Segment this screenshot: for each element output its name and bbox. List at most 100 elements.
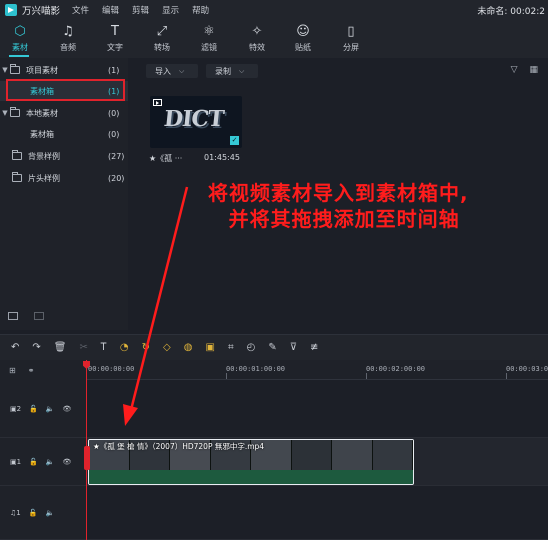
tab-audio-label: 音频 <box>60 43 76 52</box>
time-ruler[interactable]: 00:00:00:00 00:00:01:00:00 00:00:02:00:0… <box>86 360 548 380</box>
tab-filter[interactable]: ⚛ 滤镜 <box>189 22 229 53</box>
annotation-line-2: 并将其拖拽添加至时间轴 <box>228 207 460 231</box>
folder-actions <box>8 312 44 320</box>
active-tab-indicator <box>9 55 29 57</box>
clip-audio-waveform <box>89 470 413 484</box>
crop-frame-icon[interactable]: ▣ <box>205 342 214 353</box>
tree-count: (20) <box>108 173 125 183</box>
tree-count: (27) <box>108 151 125 161</box>
tree-project-media[interactable]: ▼ 项目素材 (1) <box>0 60 128 80</box>
media-tools: ▽ ▦ <box>511 65 538 75</box>
color-icon[interactable]: ◍ <box>184 342 193 353</box>
media-item-name: ★《孤 ··· <box>149 154 183 163</box>
document-title: 未命名: 00:02:2 <box>477 7 545 17</box>
track-audio-1[interactable] <box>86 486 548 540</box>
transition-icon: ⤢ <box>156 24 168 39</box>
lock-icon[interactable]: 🔓 <box>29 458 38 466</box>
tick-label: 00:00:03:00:00 <box>506 365 548 373</box>
undo-icon[interactable]: ↶ <box>11 342 19 353</box>
redo-icon[interactable]: ↷ <box>32 342 40 353</box>
tab-effects[interactable]: ✧ 特效 <box>237 22 277 53</box>
tree-background-samples[interactable]: 背景样例 (27) <box>0 146 128 166</box>
folder-icon <box>12 150 22 160</box>
annotation-line-1: 将视频素材导入到素材箱中, <box>208 181 469 205</box>
tutorial-annotation: 将视频素材导入到素材箱中, 并将其拖拽添加至时间轴 <box>208 180 469 232</box>
track-video-2[interactable] <box>86 380 548 438</box>
media-filter-bar: 导入 ⌵ 录制 ⌵ <box>146 64 258 78</box>
effects-icon: ✧ <box>251 24 263 39</box>
speaker-icon[interactable]: 🔈 <box>45 509 54 517</box>
gauge-icon[interactable]: ◴ <box>247 342 256 353</box>
tick <box>506 373 507 379</box>
media-item-duration: 01:45:45 <box>204 153 240 162</box>
folder-icon <box>12 172 22 182</box>
new-folder-icon[interactable] <box>8 312 18 320</box>
playhead-handle[interactable] <box>84 446 90 470</box>
timeline-clip[interactable]: ★《孤 堡 槍 情》（2007）HD720P 無邪中字.mp4 <box>88 439 414 485</box>
tab-effects-label: 特效 <box>249 43 265 52</box>
import-dropdown[interactable]: 导入 ⌵ <box>146 64 198 78</box>
menu-bar: 文件 编辑 剪辑 显示 帮助 <box>72 4 209 16</box>
tab-audio[interactable]: ♫ 音频 <box>48 22 88 53</box>
filter-funnel-icon[interactable]: ▽ <box>511 65 518 75</box>
title-bar: 万兴喵影 文件 编辑 剪辑 显示 帮助 未命名: 00:02:2 <box>0 0 548 20</box>
tab-media[interactable]: ⬡ 素材 <box>0 22 40 53</box>
menu-edit[interactable]: 编辑 <box>102 4 119 16</box>
music-note-icon: ♫ <box>62 24 74 39</box>
text-icon: T <box>111 24 119 39</box>
record-label: 录制 <box>215 66 231 76</box>
reverse-icon[interactable]: ↻ <box>142 342 150 353</box>
speaker-icon[interactable]: 🔈 <box>46 458 55 466</box>
tick-label: 00:00:00:00 <box>88 365 135 373</box>
delete-folder-icon[interactable] <box>34 312 44 320</box>
tree-count: (1) <box>108 65 120 75</box>
video-type-icon <box>153 99 162 106</box>
cut-icon[interactable]: ✂ <box>79 342 87 353</box>
adjust-icon[interactable]: ≢ <box>310 342 318 353</box>
thumbnail-image-text: DICT <box>162 106 225 132</box>
track-header-video-2: ▣2 🔓 🔈 👁 <box>0 380 86 438</box>
eye-icon[interactable]: 👁 <box>63 405 72 413</box>
chevron-down-icon: ⌵ <box>239 66 245 75</box>
link-icon[interactable]: ⚭ <box>28 366 35 375</box>
record-dropdown[interactable]: 录制 ⌵ <box>206 64 258 78</box>
menu-file[interactable]: 文件 <box>72 4 89 16</box>
tree-media-bin-local[interactable]: 素材箱 (0) <box>0 124 128 144</box>
lock-icon[interactable]: 🔓 <box>29 509 38 517</box>
tree-label: 片头样例 <box>28 173 60 183</box>
media-icon: ⬡ <box>14 24 26 39</box>
menu-clip[interactable]: 剪辑 <box>132 4 149 16</box>
tree-local-media[interactable]: ▼ 本地素材 (0) <box>0 103 128 123</box>
tree-intro-samples[interactable]: 片头样例 (20) <box>0 168 128 188</box>
pen-icon[interactable]: ✎ <box>268 342 276 353</box>
tree-count: (0) <box>108 108 120 118</box>
lock-icon[interactable]: 🔓 <box>29 405 38 413</box>
tab-sticker[interactable]: ☺ 贴纸 <box>283 22 323 53</box>
app-name: 万兴喵影 <box>22 6 61 17</box>
expand-arrow-icon[interactable]: ▼ <box>0 109 10 117</box>
media-bin-highlight-box <box>6 79 125 101</box>
tick <box>226 373 227 379</box>
text-tool-icon[interactable]: Ꭲ <box>101 342 107 353</box>
menu-view[interactable]: 显示 <box>162 4 179 16</box>
media-thumbnail[interactable]: DICT ✓ <box>150 96 242 148</box>
eye-icon[interactable]: 👁 <box>63 458 72 466</box>
chevron-down-icon: ⌵ <box>179 66 185 75</box>
expand-arrow-icon[interactable]: ▼ <box>0 66 10 74</box>
keyframe-icon[interactable]: ◇ <box>163 342 171 353</box>
speed-icon[interactable]: ◔ <box>120 342 129 353</box>
tab-text[interactable]: T 文字 <box>95 22 135 53</box>
crop-icon[interactable]: ⌗ <box>228 342 234 353</box>
tree-count: (0) <box>108 129 120 139</box>
menu-help[interactable]: 帮助 <box>192 4 209 16</box>
tab-text-label: 文字 <box>107 43 123 52</box>
tab-transition[interactable]: ⤢ 转场 <box>142 22 182 53</box>
tab-media-label: 素材 <box>12 43 28 52</box>
timeline-toolbar: ↶ ↷ 🗑 ✂ Ꭲ ◔ ↻ ◇ ◍ ▣ ⌗ ◴ ✎ ⊽ ≢ <box>0 334 548 360</box>
audio-mix-icon[interactable]: ⊽ <box>290 342 297 353</box>
tab-split-screen[interactable]: ▯ 分屏 <box>331 22 371 53</box>
grid-view-icon[interactable]: ▦ <box>529 65 538 75</box>
speaker-icon[interactable]: 🔈 <box>46 405 55 413</box>
delete-icon[interactable]: 🗑 <box>54 342 67 353</box>
add-track-icon[interactable]: ⊞ <box>9 366 16 375</box>
